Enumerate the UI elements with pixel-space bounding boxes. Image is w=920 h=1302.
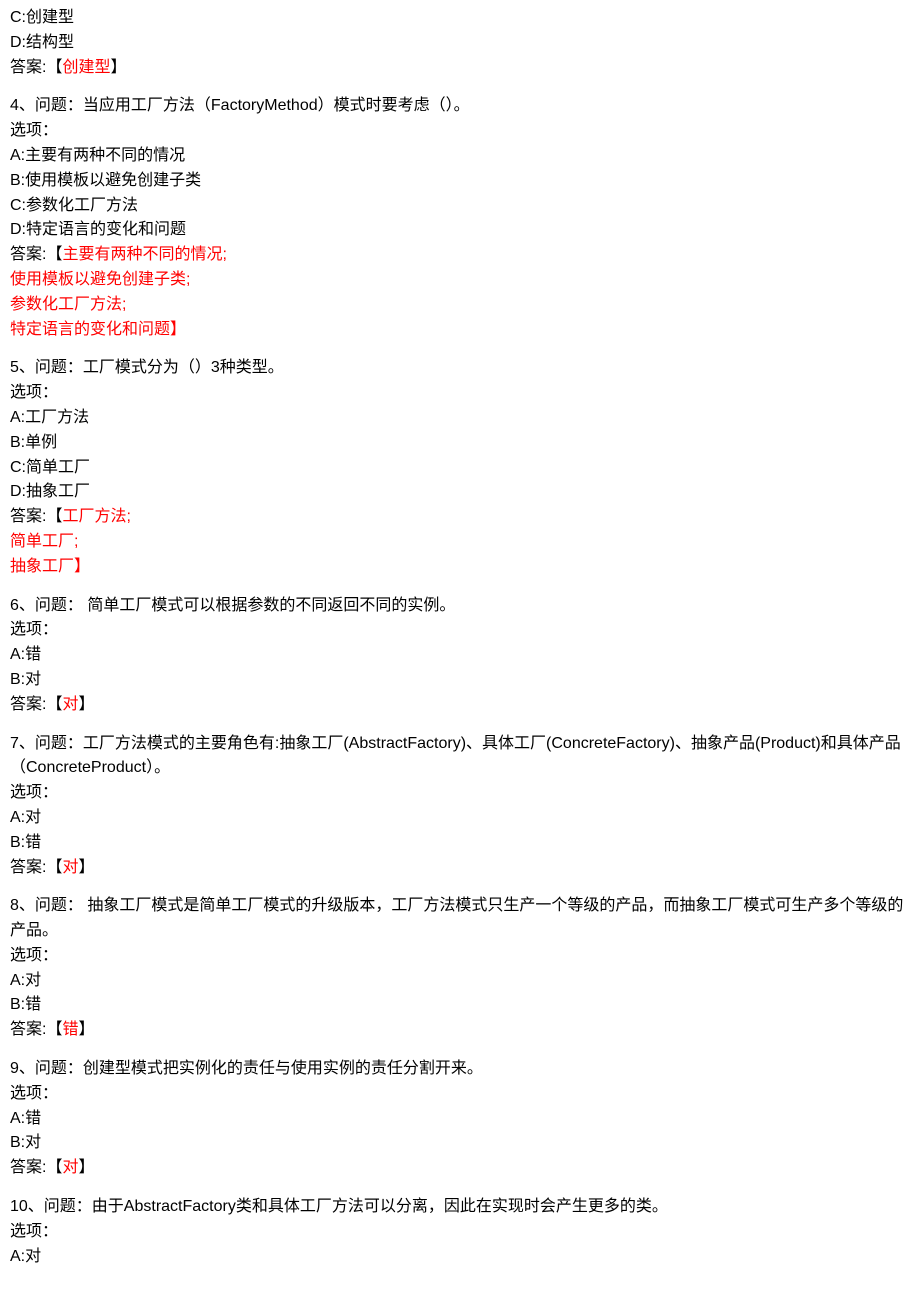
option-a: A:对 (10, 969, 910, 994)
option-a: A:主要有两种不同的情况 (10, 144, 910, 169)
option-a: A:工厂方法 (10, 406, 910, 431)
options-label: 选项： (10, 781, 910, 806)
option-c: C:参数化工厂方法 (10, 194, 910, 219)
option-d: D:结构型 (10, 31, 910, 56)
answer-line-1: 答案:【主要有两种不同的情况; (10, 243, 910, 268)
answer-line-4: 特定语言的变化和问题】 (10, 318, 910, 343)
option-b: B:错 (10, 993, 910, 1018)
question-text: 4、问题：当应用工厂方法（FactoryMethod）模式时要考虑（）。 (10, 94, 910, 119)
option-b: B:错 (10, 831, 910, 856)
question-5: 5、问题：工厂模式分为（）3种类型。 选项： A:工厂方法 B:单例 C:简单工… (10, 356, 910, 579)
answer-line: 答案:【对】 (10, 1156, 910, 1181)
answer-suffix: 】 (78, 696, 94, 713)
answer-prefix: 答案:【 (10, 508, 62, 525)
answer-line-1: 答案:【工厂方法; (10, 505, 910, 530)
answer-line-2: 简单工厂; (10, 530, 910, 555)
option-a: A:对 (10, 806, 910, 831)
answer-prefix: 答案:【 (10, 696, 62, 713)
option-a: A:对 (10, 1245, 910, 1270)
question-text: 7、问题：工厂方法模式的主要角色有:抽象工厂(AbstractFactory)、… (10, 732, 910, 782)
option-b: B:使用模板以避免创建子类 (10, 169, 910, 194)
answer-suffix: 】 (78, 1021, 94, 1038)
question-10: 10、问题：由于AbstractFactory类和具体工厂方法可以分离，因此在实… (10, 1195, 910, 1269)
question-8: 8、问题： 抽象工厂模式是简单工厂模式的升级版本，工厂方法模式只生产一个等级的产… (10, 894, 910, 1043)
answer-line: 答案:【对】 (10, 856, 910, 881)
options-label: 选项： (10, 381, 910, 406)
answer-suffix: 】 (110, 59, 126, 76)
answer-suffix: 】 (78, 1159, 94, 1176)
option-a: A:错 (10, 643, 910, 668)
answer-text: 创建型 (62, 59, 110, 76)
options-label: 选项： (10, 119, 910, 144)
answer-prefix: 答案:【 (10, 1021, 62, 1038)
answer-line: 答案:【对】 (10, 693, 910, 718)
answer-text: 错 (62, 1021, 78, 1038)
question-6: 6、问题： 简单工厂模式可以根据参数的不同返回不同的实例。 选项： A:错 B:… (10, 594, 910, 718)
option-b: B:对 (10, 1131, 910, 1156)
answer-prefix: 答案:【 (10, 246, 62, 263)
answer-text: 主要有两种不同的情况; (62, 246, 226, 263)
answer-line-2: 使用模板以避免创建子类; (10, 268, 910, 293)
option-b: B:单例 (10, 431, 910, 456)
option-c: C:简单工厂 (10, 456, 910, 481)
options-label: 选项： (10, 1220, 910, 1245)
question-text: 8、问题： 抽象工厂模式是简单工厂模式的升级版本，工厂方法模式只生产一个等级的产… (10, 894, 910, 944)
answer-suffix: 】 (78, 859, 94, 876)
question-4: 4、问题：当应用工厂方法（FactoryMethod）模式时要考虑（）。 选项：… (10, 94, 910, 342)
option-a: A:错 (10, 1107, 910, 1132)
answer-text: 对 (62, 1159, 78, 1176)
options-label: 选项： (10, 944, 910, 969)
question-fragment-top: C:创建型 D:结构型 答案:【创建型】 (10, 6, 910, 80)
answer-text: 对 (62, 859, 78, 876)
option-d: D:抽象工厂 (10, 480, 910, 505)
answer-prefix: 答案:【 (10, 59, 62, 76)
question-text: 5、问题：工厂模式分为（）3种类型。 (10, 356, 910, 381)
answer-line-3: 抽象工厂】 (10, 555, 910, 580)
answer-text: 工厂方法; (62, 508, 130, 525)
question-text: 9、问题：创建型模式把实例化的责任与使用实例的责任分割开来。 (10, 1057, 910, 1082)
answer-prefix: 答案:【 (10, 1159, 62, 1176)
answer-line: 答案:【创建型】 (10, 56, 910, 81)
options-label: 选项： (10, 618, 910, 643)
answer-line-3: 参数化工厂方法; (10, 293, 910, 318)
answer-prefix: 答案:【 (10, 859, 62, 876)
question-7: 7、问题：工厂方法模式的主要角色有:抽象工厂(AbstractFactory)、… (10, 732, 910, 881)
question-9: 9、问题：创建型模式把实例化的责任与使用实例的责任分割开来。 选项： A:错 B… (10, 1057, 910, 1181)
option-b: B:对 (10, 668, 910, 693)
answer-text: 对 (62, 696, 78, 713)
option-c: C:创建型 (10, 6, 910, 31)
answer-line: 答案:【错】 (10, 1018, 910, 1043)
question-text: 10、问题：由于AbstractFactory类和具体工厂方法可以分离，因此在实… (10, 1195, 910, 1220)
question-text: 6、问题： 简单工厂模式可以根据参数的不同返回不同的实例。 (10, 594, 910, 619)
option-d: D:特定语言的变化和问题 (10, 218, 910, 243)
options-label: 选项： (10, 1082, 910, 1107)
